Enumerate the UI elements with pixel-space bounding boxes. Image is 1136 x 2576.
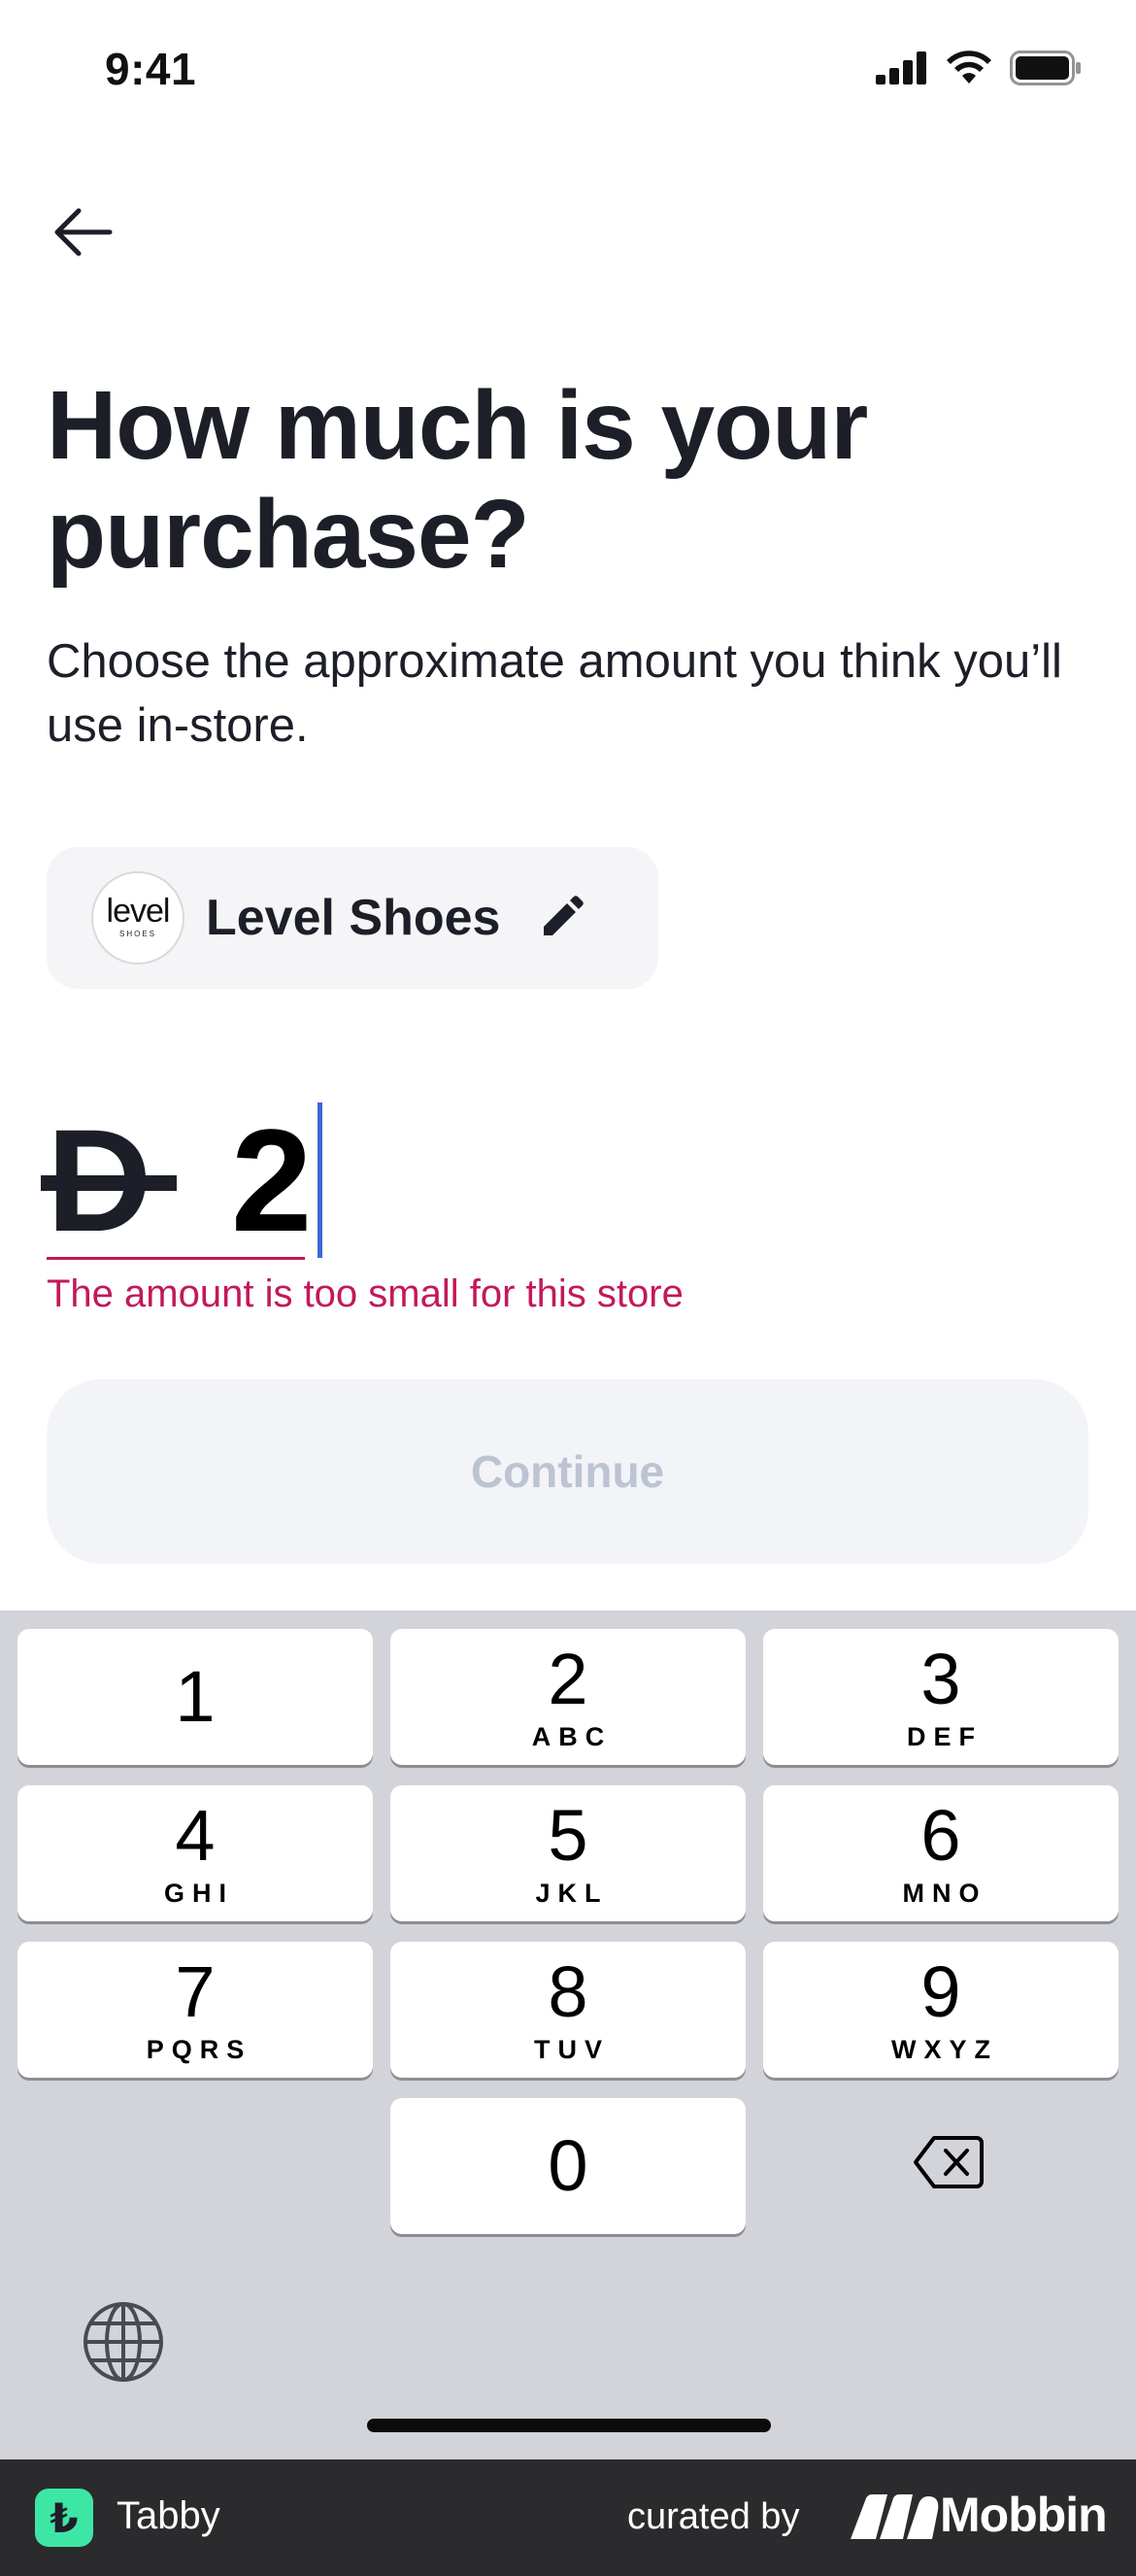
key-1[interactable]: 1 bbox=[17, 1629, 373, 1765]
key-digit: 6 bbox=[920, 1794, 961, 1876]
store-logo-subtext: SHOES bbox=[118, 930, 156, 938]
footer-brand: Mobbin bbox=[940, 2488, 1108, 2542]
footer-curated-by: curated by bbox=[627, 2496, 800, 2537]
battery-icon bbox=[1010, 51, 1081, 85]
key-7[interactable]: 7 PQRS bbox=[17, 1942, 373, 2078]
key-letters: WXYZ bbox=[891, 2034, 998, 2064]
backspace-key[interactable] bbox=[876, 2106, 1021, 2219]
key-letters: TUV bbox=[534, 2034, 610, 2064]
amount-value: 2 bbox=[231, 1099, 313, 1262]
key-letters: ABC bbox=[531, 1721, 613, 1751]
key-letters: PQRS bbox=[146, 2034, 252, 2064]
status-icons bbox=[876, 51, 1082, 85]
amount-error-message: The amount is too small for this store bbox=[47, 1272, 684, 1315]
key-digit: 8 bbox=[548, 1950, 588, 2032]
globe-icon[interactable] bbox=[82, 2300, 165, 2384]
store-name: Level Shoes bbox=[206, 890, 501, 946]
store-logo-wordmark: level bbox=[106, 893, 171, 930]
key-9[interactable]: 9 WXYZ bbox=[763, 1942, 1119, 2078]
status-time: 9:41 bbox=[105, 44, 197, 94]
status-bar: 9:41 bbox=[0, 0, 1136, 146]
continue-button[interactable]: Continue bbox=[47, 1379, 1088, 1564]
key-digit: 4 bbox=[175, 1794, 216, 1876]
currency-strike bbox=[41, 1175, 177, 1191]
arrow-left-icon bbox=[54, 208, 113, 256]
edit-pencil-icon[interactable] bbox=[537, 894, 585, 942]
key-digit: 9 bbox=[920, 1950, 961, 2032]
key-0[interactable]: 0 bbox=[390, 2098, 746, 2234]
key-digit: 0 bbox=[548, 2125, 588, 2206]
back-button[interactable] bbox=[43, 192, 122, 272]
key-letters: MNO bbox=[902, 1878, 987, 1908]
backspace-icon bbox=[914, 2136, 984, 2188]
key-6[interactable]: 6 MNO bbox=[763, 1785, 1119, 1921]
home-indicator bbox=[367, 2419, 771, 2432]
key-digit: 5 bbox=[548, 1794, 588, 1876]
key-digit: 3 bbox=[920, 1638, 961, 1719]
cellular-signal-icon bbox=[876, 51, 926, 85]
amount-underline bbox=[47, 1257, 305, 1260]
key-8[interactable]: 8 TUV bbox=[390, 1942, 746, 2078]
wifi-icon bbox=[947, 51, 991, 84]
tabby-app-icon: ₺ bbox=[35, 2489, 93, 2547]
key-letters: GHI bbox=[163, 1878, 234, 1908]
key-5[interactable]: 5 JKL bbox=[390, 1785, 746, 1921]
amount-input[interactable]: D 2 bbox=[41, 1099, 323, 1262]
key-4[interactable]: 4 GHI bbox=[17, 1785, 373, 1921]
footer-app-name: Tabby bbox=[117, 2494, 220, 2537]
store-logo: level SHOES bbox=[91, 871, 184, 965]
key-letters: JKL bbox=[535, 1878, 609, 1908]
currency-symbol: D bbox=[41, 1107, 177, 1253]
key-digit: 2 bbox=[548, 1638, 588, 1719]
key-digit: 7 bbox=[175, 1950, 216, 2032]
store-selector[interactable]: level SHOES Level Shoes bbox=[47, 847, 658, 989]
text-cursor bbox=[317, 1102, 323, 1258]
key-digit: 1 bbox=[175, 1656, 216, 1737]
key-2[interactable]: 2 ABC bbox=[390, 1629, 746, 1765]
key-3[interactable]: 3 DEF bbox=[763, 1629, 1119, 1765]
key-letters: DEF bbox=[907, 1721, 983, 1751]
page-subtitle: Choose the approximate amount you think … bbox=[47, 635, 1062, 752]
page-title: How much is your purchase? bbox=[47, 371, 868, 589]
mobbin-logo-icon bbox=[851, 2494, 939, 2539]
